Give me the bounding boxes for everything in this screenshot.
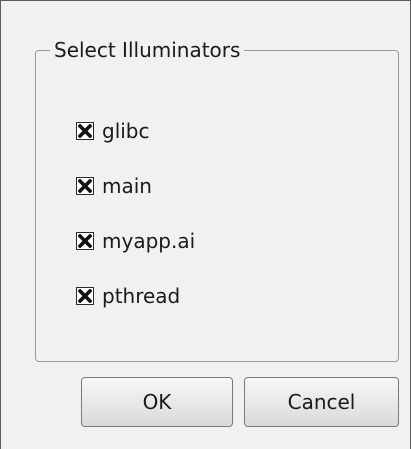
- checkbox-myapp-ai[interactable]: [76, 232, 94, 250]
- checkbox-pthread[interactable]: [76, 287, 94, 305]
- illuminators-groupbox: Select Illuminators glibc main myapp.ai …: [35, 37, 399, 362]
- ok-button[interactable]: OK: [81, 377, 233, 427]
- checkbox-label: pthread: [102, 284, 181, 308]
- checkbox-label: glibc: [102, 119, 150, 143]
- checkbox-glibc[interactable]: [76, 122, 94, 140]
- checkbox-item-glibc[interactable]: glibc: [76, 116, 150, 146]
- checkbox-item-myapp-ai[interactable]: myapp.ai: [76, 226, 195, 256]
- check-x-icon: [78, 289, 92, 303]
- groupbox-title: Select Illuminators: [50, 37, 245, 63]
- check-x-icon: [78, 124, 92, 138]
- checkbox-label: main: [102, 174, 152, 198]
- checkbox-label: myapp.ai: [102, 229, 196, 253]
- check-x-icon: [78, 234, 92, 248]
- select-illuminators-dialog: Select Illuminators glibc main myapp.ai …: [0, 0, 411, 449]
- checkbox-main[interactable]: [76, 177, 94, 195]
- checkbox-item-main[interactable]: main: [76, 171, 152, 201]
- cancel-button[interactable]: Cancel: [244, 377, 399, 427]
- checkbox-item-pthread[interactable]: pthread: [76, 281, 180, 311]
- check-x-icon: [78, 179, 92, 193]
